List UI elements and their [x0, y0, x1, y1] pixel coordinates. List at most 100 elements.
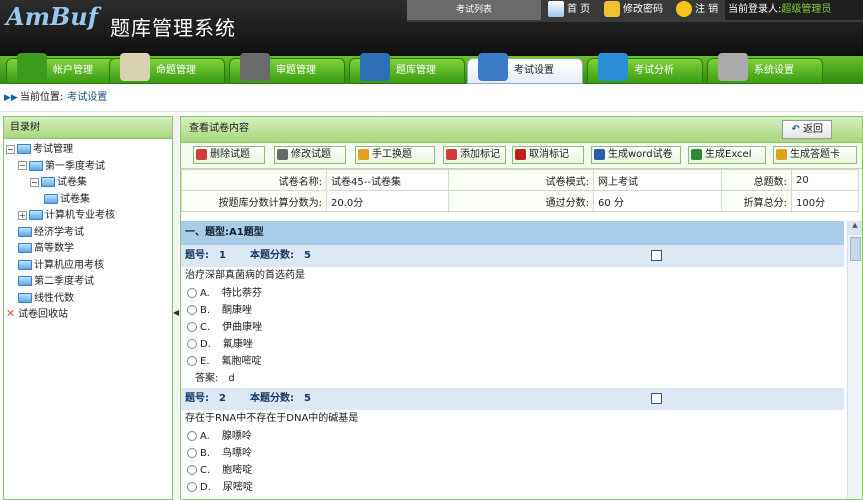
tab-label: 考试设置: [514, 65, 554, 76]
main-panel: 查看试卷内容 ↶ 返回 删除试题 修改试题 手工换题 添加标记 取消标记 生成word试卷…: [180, 116, 863, 500]
option-text: 尿嘧啶: [222, 482, 253, 493]
clock-settings-icon: [478, 53, 508, 81]
folder-icon: [18, 243, 32, 253]
folder-icon: [18, 292, 32, 303]
question-stem: 存在于RNA中不存在于DNA中的碱基是: [185, 413, 359, 424]
scroll-up-icon[interactable]: ▲: [848, 221, 862, 235]
change-password-label: 修改密码: [623, 4, 663, 15]
option-radio[interactable]: [187, 356, 197, 366]
folder-icon: [17, 144, 31, 154]
tree-node[interactable]: 计算机应用考核: [18, 259, 104, 273]
tab-4[interactable]: 题库管理: [349, 53, 465, 84]
tree-node[interactable]: ✕ 试卷回收站: [6, 308, 68, 322]
total-value: 20: [791, 169, 859, 191]
back-button[interactable]: ↶ 返回: [782, 120, 832, 139]
card-icon: [776, 148, 787, 160]
toolbar-button-3[interactable]: 手工换题: [355, 146, 435, 164]
back-icon: ↶: [791, 124, 800, 135]
option-radio[interactable]: [187, 465, 197, 475]
add-mark-icon: [446, 148, 457, 160]
collapse-handle[interactable]: ◀: [173, 116, 179, 500]
word-icon: [594, 148, 605, 160]
tree-title: 目录树: [4, 117, 172, 139]
home-link[interactable]: 首 页: [548, 0, 590, 20]
score-value: 5: [303, 393, 311, 404]
toolbar-button-1[interactable]: 删除试题: [193, 146, 265, 164]
breadcrumb-current[interactable]: 考试设置: [67, 92, 107, 103]
tab-label: 系统设置: [754, 65, 794, 76]
total-label: 总题数:: [721, 169, 792, 191]
option-radio[interactable]: [187, 431, 197, 441]
option-radio[interactable]: [187, 482, 197, 492]
tree-node[interactable]: + 计算机专业考核: [18, 209, 115, 223]
tab-label: 考试分析: [634, 65, 674, 76]
option-letter: A.: [200, 431, 210, 442]
tab-7[interactable]: 系统设置: [707, 53, 823, 84]
user-name: 超级管理员: [781, 4, 832, 15]
question-mark-checkbox[interactable]: [651, 250, 662, 261]
tree-node[interactable]: − 第一季度考试: [18, 160, 105, 174]
tab-label: 审题管理: [276, 65, 316, 76]
delete-icon: [196, 148, 207, 160]
score-label: 本题分数:: [249, 393, 294, 404]
tab-3[interactable]: 审题管理: [229, 53, 345, 84]
mode-label: 试卷模式:: [448, 169, 594, 191]
toolbar-button-label: 生成Excel: [705, 149, 752, 160]
name-label: 试卷名称:: [181, 169, 327, 191]
logout-link[interactable]: 注 销: [676, 0, 718, 20]
score-label: 本题分数:: [249, 250, 294, 261]
tab-1[interactable]: 帐户管理: [6, 53, 122, 84]
collapse-icon[interactable]: −: [30, 177, 39, 187]
option-text: 特比萘芬: [221, 288, 262, 299]
option-row: A. 腺嘌呤: [181, 428, 844, 445]
toolbar-button-2[interactable]: 修改试题: [274, 146, 346, 164]
folder-icon: [44, 193, 58, 204]
toolbar-button-label: 生成答题卡: [790, 149, 840, 160]
tree-node-label: 第二季度考试: [34, 276, 94, 287]
pass-value: 60 分: [593, 190, 722, 212]
option-radio[interactable]: [187, 305, 197, 315]
toolbar-button-label: 手工换题: [372, 149, 412, 160]
question-no: 1: [219, 250, 226, 261]
collapse-icon[interactable]: −: [6, 144, 15, 154]
tree-node-label: 考试管理: [33, 144, 73, 155]
back-label: 返回: [803, 124, 823, 135]
option-text: 伊曲康唑: [222, 322, 263, 333]
option-radio[interactable]: [187, 339, 197, 349]
tab-6[interactable]: 考试分析: [587, 53, 703, 84]
toolbar-button-5[interactable]: 取消标记: [512, 146, 584, 164]
tab-5[interactable]: 考试设置: [467, 53, 583, 84]
toolbar-button-6[interactable]: 生成word试卷: [591, 146, 681, 164]
toolbar-button-4[interactable]: 添加标记: [443, 146, 506, 164]
tools-icon: [240, 53, 270, 81]
question-mark-checkbox[interactable]: [651, 393, 662, 404]
answer-value: d: [228, 373, 235, 384]
collapse-icon[interactable]: −: [18, 161, 27, 170]
tree-node[interactable]: 第二季度考试: [18, 275, 94, 289]
tree-node[interactable]: 试卷集: [44, 193, 90, 207]
tree-node[interactable]: 经济学考试: [18, 226, 84, 240]
toolbar-button-7[interactable]: 生成Excel: [688, 146, 766, 164]
recycle-bin-icon: ✕: [6, 307, 16, 320]
breadcrumb-prefix: 当前位置:: [19, 92, 64, 103]
expand-icon[interactable]: +: [18, 210, 27, 220]
exam-list-link[interactable]: 考试列表: [407, 0, 541, 20]
tab-2[interactable]: 命题管理: [109, 53, 225, 84]
tree-node[interactable]: − 考试管理: [6, 143, 73, 157]
tree-node[interactable]: − 试卷集: [30, 176, 87, 190]
option-radio[interactable]: [187, 448, 197, 458]
user-prefix: 当前登录人:: [728, 4, 782, 15]
chart-icon: [598, 53, 628, 81]
scroll-thumb[interactable]: [850, 237, 861, 261]
option-radio[interactable]: [187, 288, 197, 298]
pencil-icon: [120, 53, 150, 81]
tree-node[interactable]: 高等数学: [18, 242, 74, 256]
option-row: D. 氟康唑: [181, 336, 844, 353]
tree-node[interactable]: 线性代数: [18, 292, 74, 306]
question-stem: 治疗深部真菌病的首选药是: [185, 270, 305, 281]
option-radio[interactable]: [187, 322, 197, 332]
change-password-link[interactable]: 修改密码: [604, 0, 663, 20]
folder-icon: [18, 276, 32, 286]
toolbar-button-8[interactable]: 生成答题卡: [773, 146, 857, 164]
scrollbar[interactable]: ▲: [847, 221, 862, 499]
